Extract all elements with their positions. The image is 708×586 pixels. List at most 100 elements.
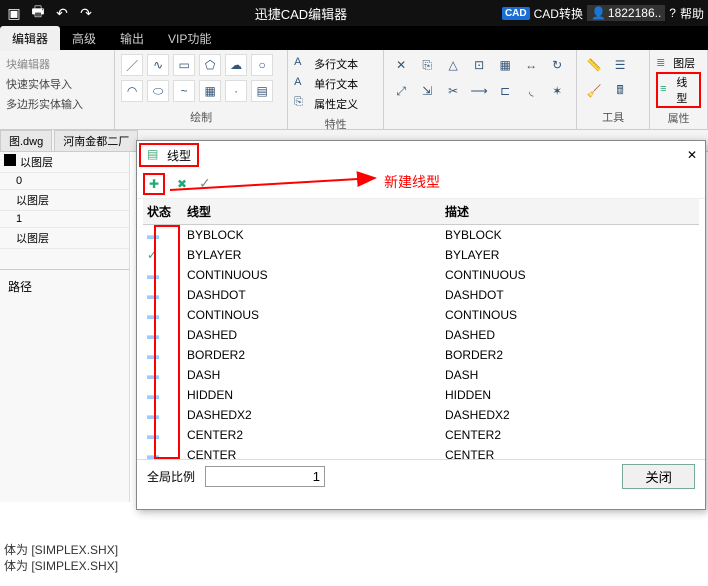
rotate-icon[interactable]: ↻: [546, 54, 568, 76]
col-name[interactable]: 线型: [183, 199, 441, 225]
line-icon[interactable]: ／: [121, 54, 143, 76]
stretch-icon[interactable]: ⇲: [416, 80, 438, 102]
user-badge[interactable]: 👤 1822186..: [587, 5, 665, 21]
offset-icon[interactable]: ⊡: [468, 54, 490, 76]
desc-cell: BYBLOCK: [441, 225, 699, 246]
state-cell: ▬: [143, 385, 183, 405]
table-row[interactable]: ▬DASHEDDASHED: [143, 325, 699, 345]
table-row[interactable]: ▬CENTER2CENTER2: [143, 425, 699, 445]
help-label[interactable]: 帮助: [680, 5, 704, 22]
desc-cell: CONTINOUS: [441, 305, 699, 325]
desc-cell: BYLAYER: [441, 245, 699, 265]
polygon-icon[interactable]: ⬠: [199, 54, 221, 76]
stext-button[interactable]: A单行文本: [294, 74, 377, 94]
table-row[interactable]: ▬BYBLOCKBYBLOCK: [143, 225, 699, 246]
polyline-icon[interactable]: ∿: [147, 54, 169, 76]
tab-drawing-1[interactable]: 图.dwg: [0, 130, 52, 151]
tools-panel: 📏 ☰ 🧹 🖩 工具: [577, 50, 650, 129]
copy-icon[interactable]: ⎘: [416, 54, 438, 76]
ribbon: 块编辑器 快速实体导入 多边形实体输入 ／ ∿ ▭ ⬠ ☁ ○ ◠ ⬭ ~ ▦ …: [0, 50, 708, 130]
table-row[interactable]: ▬DASHEDX2DASHEDX2: [143, 405, 699, 425]
print-icon[interactable]: 🖶: [28, 3, 48, 23]
table-row[interactable]: ▬CONTINOUSCONTINOUS: [143, 305, 699, 325]
calc-icon[interactable]: 🖩: [609, 80, 631, 102]
spline-icon[interactable]: ~: [173, 80, 195, 102]
layer-button[interactable]: ≣图层: [656, 54, 701, 72]
prop-row[interactable]: 以图层: [0, 228, 129, 249]
menu-advanced[interactable]: 高级: [60, 26, 108, 51]
prop-row[interactable]: 以图层: [0, 190, 129, 211]
hatch-icon[interactable]: ▦: [199, 80, 221, 102]
desc-cell: HIDDEN: [441, 385, 699, 405]
fillet-icon[interactable]: ◟: [520, 80, 542, 102]
trim-icon[interactable]: ✂: [442, 80, 464, 102]
erase-icon[interactable]: ✕: [390, 54, 412, 76]
table-row[interactable]: ▬CENTERCENTER: [143, 445, 699, 459]
name-cell: BYBLOCK: [183, 225, 441, 246]
layer-icon: ≣: [656, 56, 670, 70]
rect-icon[interactable]: ▭: [173, 54, 195, 76]
close-button[interactable]: 关闭: [622, 464, 695, 489]
redo-icon[interactable]: ↷: [76, 3, 96, 23]
table-row[interactable]: ▬HIDDENHIDDEN: [143, 385, 699, 405]
table-icon[interactable]: ▤: [251, 80, 273, 102]
circle-icon[interactable]: ○: [251, 54, 273, 76]
color-swatch: [4, 154, 16, 166]
prop-value[interactable]: 0: [0, 173, 129, 190]
table-row[interactable]: ▬DASHDASH: [143, 365, 699, 385]
menu-vip[interactable]: VIP功能: [156, 26, 223, 51]
arc-icon[interactable]: ◠: [121, 80, 143, 102]
tab-drawing-2[interactable]: 河南金都二厂: [54, 130, 138, 151]
table-row[interactable]: ▬BORDER2BORDER2: [143, 345, 699, 365]
text-label: 特性: [294, 114, 377, 132]
tools-label: 工具: [583, 107, 643, 125]
undo-icon[interactable]: ↶: [52, 3, 72, 23]
explode-icon[interactable]: ✶: [546, 80, 568, 102]
break-icon[interactable]: ⊏: [494, 80, 516, 102]
prop-row[interactable]: 以图层: [0, 152, 129, 173]
table-row[interactable]: ✓BYLAYERBYLAYER: [143, 245, 699, 265]
menu-output[interactable]: 输出: [108, 26, 156, 51]
list-icon[interactable]: ☰: [609, 54, 631, 76]
point-icon[interactable]: ·: [225, 80, 247, 102]
save-icon[interactable]: ▣: [4, 3, 24, 23]
quick-import[interactable]: 快速实体导入: [6, 74, 108, 94]
purge-icon[interactable]: 🧹: [583, 80, 605, 102]
convert-link[interactable]: CAD转换: [534, 5, 583, 22]
name-cell: DASHEDX2: [183, 405, 441, 425]
table-row[interactable]: ▬CONTINUOUSCONTINUOUS: [143, 265, 699, 285]
attdef-button[interactable]: ⎘属性定义: [294, 94, 377, 114]
polygon-input[interactable]: 多边形实体输入: [6, 94, 108, 114]
dialog-close-icon[interactable]: ✕: [679, 144, 705, 166]
mirror-icon[interactable]: △: [442, 54, 464, 76]
measure-icon[interactable]: 📏: [583, 54, 605, 76]
name-cell: DASHDOT: [183, 285, 441, 305]
mtext-button[interactable]: A多行文本: [294, 54, 377, 74]
text-panel: A多行文本 A单行文本 ⎘属性定义 特性: [288, 50, 384, 129]
scale-input[interactable]: [205, 466, 325, 487]
extend-icon[interactable]: ⟶: [468, 80, 490, 102]
desc-cell: DASH: [441, 365, 699, 385]
help-icon[interactable]: ?: [669, 6, 676, 20]
annotation-label: 新建线型: [384, 172, 440, 192]
apply-icon[interactable]: ✓: [199, 175, 211, 192]
attdef-icon: ⎘: [294, 96, 310, 112]
stext-icon: A: [294, 76, 310, 92]
col-state[interactable]: 状态: [143, 199, 183, 225]
prop-value[interactable]: 1: [0, 211, 129, 228]
menu-bar: 编辑器 高级 输出 VIP功能: [0, 26, 708, 50]
cloud-icon[interactable]: ☁: [225, 54, 247, 76]
scale-icon[interactable]: ⤢: [390, 80, 412, 102]
delete-linetype-button[interactable]: ✖: [171, 173, 193, 195]
name-cell: DASH: [183, 365, 441, 385]
array-icon[interactable]: ▦: [494, 54, 516, 76]
menu-editor[interactable]: 编辑器: [0, 26, 60, 51]
move-icon[interactable]: ↔: [520, 54, 542, 76]
linetype-button[interactable]: ≡线型: [656, 72, 701, 108]
table-row[interactable]: ▬DASHDOTDASHDOT: [143, 285, 699, 305]
ellipse-icon[interactable]: ⬭: [147, 80, 169, 102]
cad-badge-icon: CAD: [502, 7, 530, 20]
col-desc[interactable]: 描述: [441, 199, 699, 225]
new-linetype-button[interactable]: ✚: [143, 173, 165, 195]
dialog-title: ▤ 线型: [139, 143, 199, 167]
